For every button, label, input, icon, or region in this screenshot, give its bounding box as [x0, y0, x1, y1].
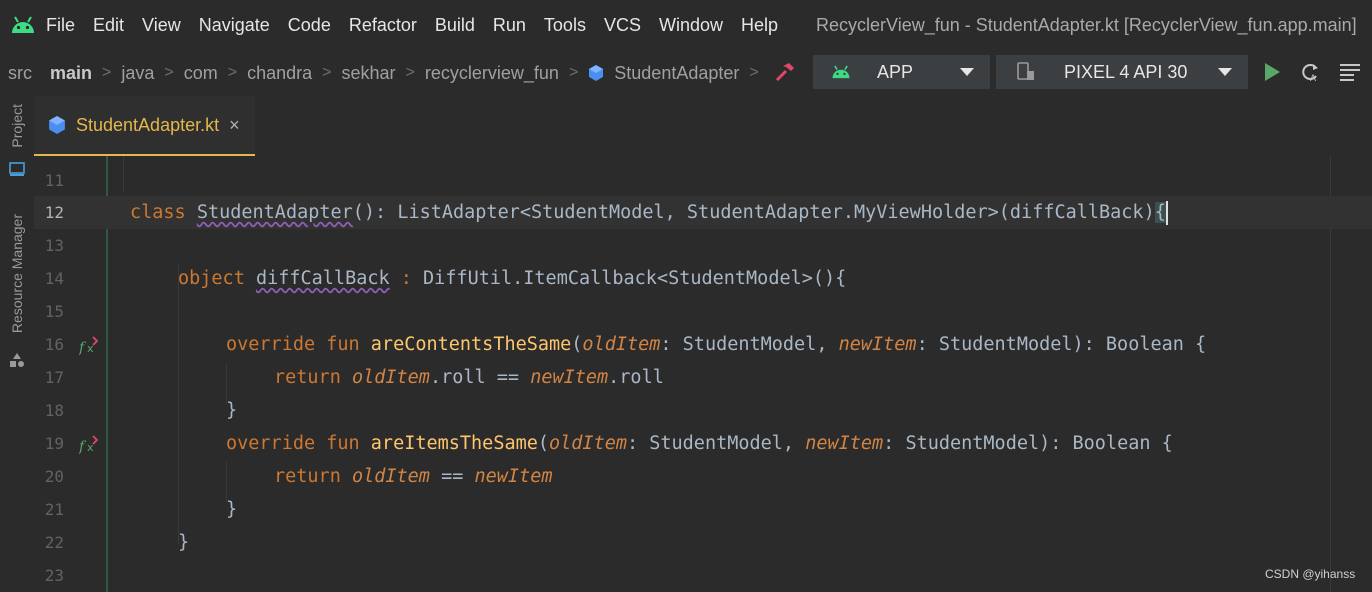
code-line[interactable]: 17 return oldItem.roll == newItem.roll: [34, 361, 1372, 394]
line-number: 11: [44, 171, 64, 190]
code-line[interactable]: 23: [34, 559, 1372, 592]
code-text: return oldItem.roll == newItem.roll: [274, 367, 664, 388]
line-number: 12: [44, 203, 64, 222]
line-number: 23: [44, 566, 64, 585]
close-icon[interactable]: ×: [229, 115, 240, 136]
override-function-icon[interactable]: fx: [78, 433, 101, 455]
device-label: PIXEL 4 API 30: [1064, 61, 1188, 82]
svg-text:A: A: [1310, 73, 1316, 83]
code-line[interactable]: 20 return oldItem == newItem: [34, 460, 1372, 493]
line-number: 22: [44, 533, 64, 552]
menu-code[interactable]: Code: [288, 0, 331, 50]
menu-bar: File Edit View Navigate Code Refactor Bu…: [0, 0, 1372, 50]
menu-navigate[interactable]: Navigate: [199, 0, 270, 50]
menu-refactor[interactable]: Refactor: [349, 0, 417, 50]
apply-changes-icon[interactable]: A: [1298, 60, 1322, 84]
menu-window[interactable]: Window: [659, 0, 723, 50]
build-hammer-icon[interactable]: [773, 60, 797, 84]
line-number: 20: [44, 467, 64, 486]
android-icon: [831, 65, 851, 79]
line-number: 14: [44, 269, 64, 288]
menu-list-icon[interactable]: [1338, 60, 1362, 84]
editor-tab-bar: StudentAdapter.kt ×: [34, 96, 1372, 157]
device-dropdown[interactable]: PIXEL 4 API 30: [996, 55, 1248, 89]
run-icon[interactable]: [1260, 60, 1284, 84]
menu-tools[interactable]: Tools: [544, 0, 586, 50]
chevron-right-icon: >: [405, 64, 415, 81]
code-line[interactable]: 22 }: [34, 526, 1372, 559]
svg-text:f: f: [79, 439, 87, 454]
watermark: CSDN @yihanss: [1265, 567, 1356, 581]
device-icon: [1016, 62, 1036, 82]
code-line[interactable]: 15: [34, 295, 1372, 328]
code-text: object diffCallBack : DiffUtil.ItemCallb…: [178, 268, 847, 289]
breadcrumb-main[interactable]: main: [50, 63, 92, 84]
code-text: }: [226, 400, 238, 421]
code-line[interactable]: 16 fx override fun areContentsTheSame(ol…: [34, 328, 1372, 361]
chevron-right-icon: >: [227, 64, 238, 81]
code-line[interactable]: 18 }: [34, 394, 1372, 427]
line-number: 19: [44, 434, 64, 453]
resource-manager-panel-tab[interactable]: Resource Manager: [0, 214, 34, 333]
run-configuration-dropdown[interactable]: APP: [813, 55, 990, 89]
breadcrumb-chandra[interactable]: chandra: [247, 63, 312, 84]
chevron-right-icon: >: [568, 64, 579, 81]
kotlin-file-icon: [48, 116, 66, 134]
breadcrumb-studentadapter[interactable]: StudentAdapter: [614, 63, 739, 84]
menu-run[interactable]: Run: [493, 0, 526, 50]
svg-text:f: f: [79, 340, 87, 355]
code-text: }: [178, 532, 190, 553]
line-number: 13: [44, 236, 64, 255]
run-configuration-label: APP: [877, 61, 914, 82]
breadcrumb-com[interactable]: com: [184, 63, 218, 84]
code-text: }: [226, 499, 238, 520]
menu-edit[interactable]: Edit: [93, 0, 124, 50]
code-line[interactable]: 12 class StudentAdapter(): ListAdapter<S…: [34, 196, 1372, 229]
window-title: RecyclerView_fun - StudentAdapter.kt [Re…: [816, 15, 1357, 35]
project-panel-tab[interactable]: Project: [0, 104, 34, 148]
android-studio-logo-icon: [0, 0, 46, 50]
breadcrumb-java[interactable]: java: [121, 63, 154, 84]
menu-vcs[interactable]: VCS: [604, 0, 641, 50]
line-number: 21: [44, 500, 64, 519]
chevron-down-icon: [1218, 68, 1232, 76]
code-line[interactable]: 11: [34, 164, 1372, 197]
project-panel-label: Project: [9, 104, 25, 148]
breadcrumb: src main > java > com > chandra > sekhar…: [0, 50, 769, 96]
tab-label: StudentAdapter.kt: [76, 114, 220, 135]
breadcrumb-recyclerview-fun[interactable]: recyclerview_fun: [425, 63, 559, 84]
project-icon: [9, 162, 25, 181]
line-number: 16: [44, 335, 64, 354]
code-text: override fun areContentsTheSame(oldItem:…: [226, 334, 1207, 355]
resource-manager-label: Resource Manager: [9, 214, 25, 334]
code-line[interactable]: 21 }: [34, 493, 1372, 526]
code-text: class StudentAdapter(): ListAdapter<Stud…: [130, 201, 1168, 225]
left-tool-strip: Project Resource Manager: [0, 96, 35, 592]
breadcrumb-sekhar[interactable]: sekhar: [342, 63, 396, 84]
line-number: 15: [44, 302, 64, 321]
resource-manager-icon: [9, 352, 25, 373]
kotlin-class-icon: [588, 65, 604, 81]
menu-help[interactable]: Help: [741, 0, 778, 50]
menu-file[interactable]: File: [46, 0, 75, 50]
line-number: 17: [44, 368, 64, 387]
menu-view[interactable]: View: [142, 0, 181, 50]
chevron-right-icon: >: [102, 64, 112, 81]
code-line[interactable]: 19 fx override fun areItemsTheSame(oldIt…: [34, 427, 1372, 460]
code-text: return oldItem == newItem: [274, 466, 553, 487]
chevron-down-icon: [960, 68, 974, 76]
code-line[interactable]: 14 object diffCallBack : DiffUtil.ItemCa…: [34, 262, 1372, 295]
chevron-right-icon: >: [322, 64, 332, 81]
code-editor[interactable]: 11 12 class StudentAdapter(): ListAdapte…: [34, 156, 1372, 592]
line-number: 18: [44, 401, 64, 420]
menu-build[interactable]: Build: [435, 0, 475, 50]
chevron-right-icon: >: [749, 64, 759, 81]
tab-studentadapter[interactable]: StudentAdapter.kt ×: [34, 96, 255, 157]
chevron-right-icon: >: [164, 64, 174, 81]
code-line[interactable]: 13: [34, 229, 1372, 262]
code-text: override fun areItemsTheSame(oldItem: St…: [226, 433, 1173, 454]
override-function-icon[interactable]: fx: [78, 334, 101, 356]
breadcrumb-src[interactable]: src: [8, 63, 32, 84]
